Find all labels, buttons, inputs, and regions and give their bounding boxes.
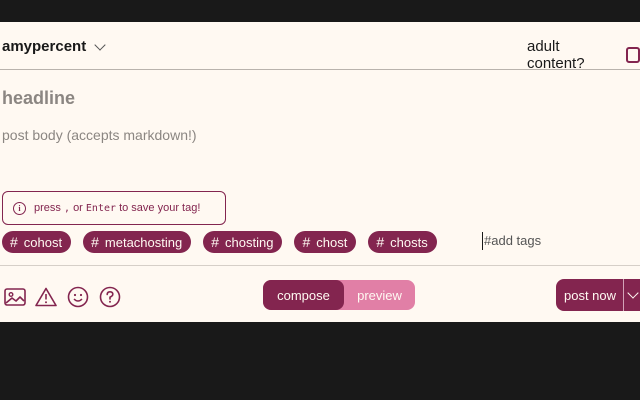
image-icon[interactable] bbox=[3, 285, 27, 309]
hashtag-icon: # bbox=[91, 234, 99, 250]
tag-chip[interactable]: # chosting bbox=[203, 231, 283, 253]
emoji-icon[interactable] bbox=[66, 285, 90, 309]
compose-preview-toggle: compose preview bbox=[263, 280, 415, 310]
post-now-button[interactable]: post now bbox=[556, 279, 640, 311]
tag-label: chosting bbox=[225, 234, 274, 250]
post-composer: amypercent adult content? headline post … bbox=[0, 22, 640, 322]
hashtag-icon: # bbox=[302, 234, 311, 250]
chevron-down-icon[interactable] bbox=[627, 287, 639, 299]
account-switcher[interactable]: amypercent bbox=[2, 38, 106, 55]
post-now-label: post now bbox=[564, 287, 617, 303]
add-tags-input[interactable]: #add tags bbox=[482, 232, 541, 250]
tag-list: # cohost # metachosting # chosting # cho… bbox=[2, 231, 437, 253]
composer-header: amypercent adult content? bbox=[0, 22, 640, 72]
tag-label: metachosting bbox=[104, 234, 183, 250]
tag-hint-text: press , or Enter to save your tag! bbox=[34, 202, 201, 214]
tag-chip[interactable]: # chosts bbox=[368, 231, 437, 253]
tag-label: cohost bbox=[23, 234, 63, 250]
adult-content-label: adult content? bbox=[527, 38, 585, 72]
adult-content-checkbox[interactable] bbox=[626, 47, 640, 63]
compose-tab[interactable]: compose bbox=[263, 280, 344, 310]
post-body-input[interactable]: post body (accepts markdown!) bbox=[2, 127, 197, 143]
tag-chip[interactable]: # metachosting bbox=[83, 231, 192, 253]
composer-footer: compose preview post now bbox=[0, 265, 640, 322]
adult-content-toggle[interactable]: adult content? bbox=[527, 38, 640, 72]
tag-label: chosts bbox=[390, 234, 428, 250]
tag-label: chost bbox=[316, 234, 348, 250]
tag-chip[interactable]: # cohost bbox=[2, 231, 72, 253]
info-icon: i bbox=[13, 201, 26, 215]
preview-tab[interactable]: preview bbox=[344, 280, 415, 310]
hashtag-icon: # bbox=[10, 234, 18, 250]
content-warning-icon[interactable] bbox=[34, 285, 58, 309]
button-divider bbox=[623, 279, 624, 311]
tag-hint-tooltip: i press , or Enter to save your tag! bbox=[2, 191, 226, 225]
headline-input[interactable]: headline bbox=[2, 88, 75, 109]
chevron-down-icon bbox=[94, 38, 106, 51]
hashtag-icon: # bbox=[376, 234, 385, 250]
help-icon[interactable] bbox=[98, 285, 122, 309]
tag-chip[interactable]: # chost bbox=[294, 231, 357, 253]
hashtag-icon: # bbox=[211, 234, 220, 250]
account-handle: amypercent bbox=[2, 38, 87, 55]
